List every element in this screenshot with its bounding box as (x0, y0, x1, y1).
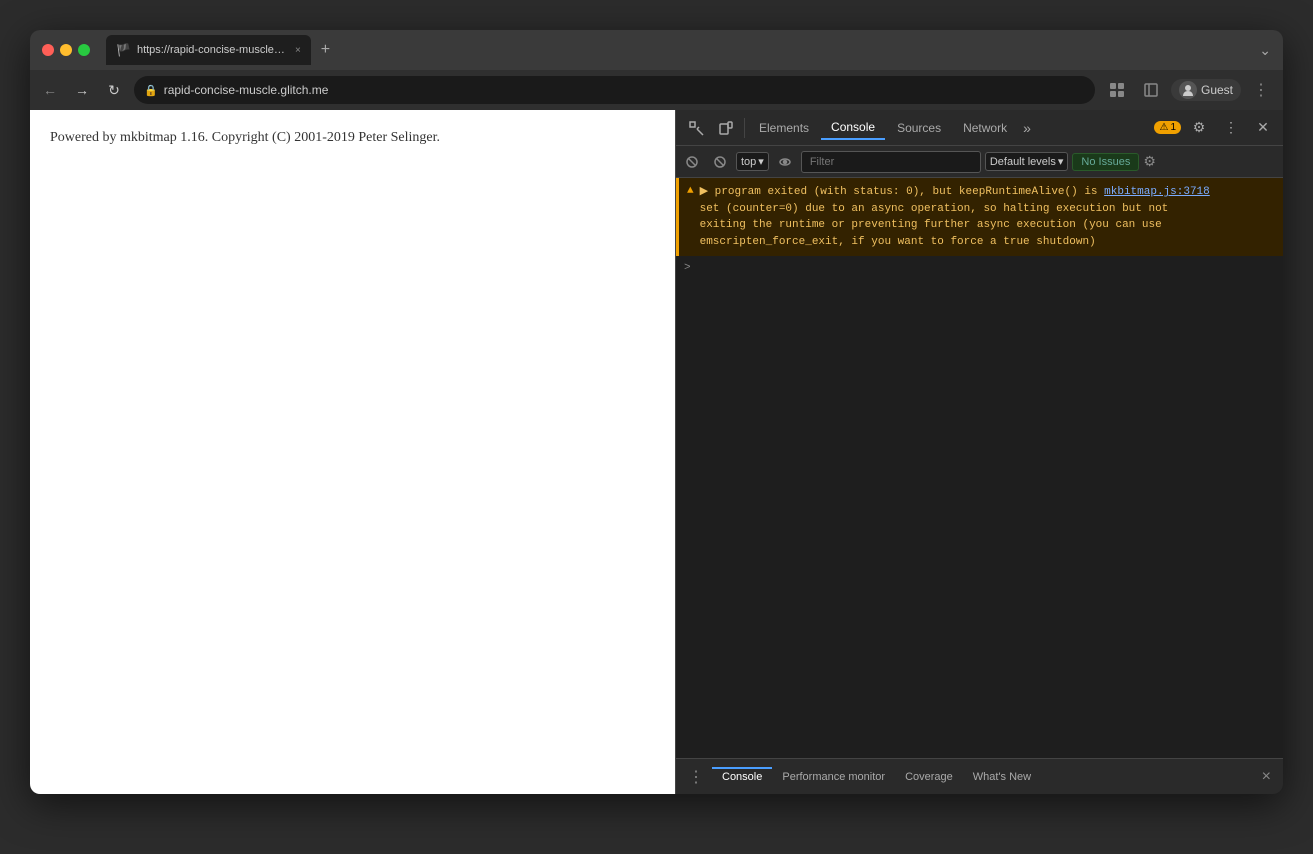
devtools-settings-icon[interactable]: ⚙ (1185, 114, 1213, 142)
browser-window: 🏴 https://rapid-concise-muscle.g... × + … (30, 30, 1283, 794)
main-content: Powered by mkbitmap 1.16. Copyright (C) … (30, 110, 1283, 794)
warning-text-2: set (counter=0) due to an async operatio… (700, 203, 1169, 215)
bottom-tab-whats-new[interactable]: What's New (963, 767, 1041, 787)
context-select[interactable]: top ▾ (736, 152, 769, 171)
no-issues-badge: No Issues (1072, 153, 1139, 171)
profile-button[interactable]: Guest (1171, 79, 1241, 101)
title-bar: 🏴 https://rapid-concise-muscle.g... × + … (30, 30, 1283, 70)
bottom-bar-close-icon[interactable]: × (1254, 768, 1279, 786)
bottom-tab-coverage[interactable]: Coverage (895, 767, 963, 787)
close-button[interactable] (42, 44, 54, 56)
devtools-tab-sources[interactable]: Sources (887, 117, 951, 139)
eye-icon[interactable] (773, 150, 797, 174)
url-text: rapid-concise-muscle.glitch.me (164, 83, 1085, 97)
devtools-panel: Elements Console Sources Network » ⚠ 1 ⚙… (675, 110, 1283, 794)
tab-close-button[interactable]: × (295, 45, 301, 56)
profile-label: Guest (1201, 83, 1233, 97)
window-menu-icon[interactable]: ⌄ (1259, 42, 1271, 59)
warning-source-link[interactable]: mkbitmap.js:3718 (1104, 186, 1210, 198)
warning-triangle-icon: ▲ (687, 185, 694, 197)
console-filter-input[interactable] (801, 151, 981, 173)
profile-avatar (1179, 81, 1197, 99)
warning-badge[interactable]: ⚠ 1 (1154, 121, 1181, 134)
prompt-arrow-icon: > (684, 262, 691, 274)
tab-favicon: 🏴 (116, 43, 131, 57)
console-input-prompt[interactable]: > (676, 256, 1283, 280)
warning-text-1: program exited (with status: 0), but kee… (715, 186, 1104, 198)
address-bar-right: Guest ⋮ (1103, 76, 1275, 104)
reload-button[interactable]: ↻ (102, 78, 126, 102)
warning-text-3: exiting the runtime or preventing furthe… (700, 219, 1162, 231)
bottom-tab-console[interactable]: Console (712, 767, 772, 787)
tab-title: https://rapid-concise-muscle.g... (137, 44, 287, 56)
warning-count: 1 (1170, 122, 1176, 133)
bottom-menu-icon[interactable]: ⋮ (680, 767, 712, 787)
inspect-element-icon[interactable] (682, 114, 710, 142)
devtools-toolbar2: top ▾ Default levels ▾ No Issues ⚙ (676, 146, 1283, 178)
levels-arrow: ▾ (1058, 155, 1064, 168)
console-settings-icon[interactable]: ⚙ (1143, 153, 1156, 170)
lock-icon: 🔒 (144, 84, 158, 97)
block-icon[interactable] (708, 150, 732, 174)
clear-console-icon[interactable] (680, 150, 704, 174)
page-text: Powered by mkbitmap 1.16. Copyright (C) … (50, 130, 655, 146)
devtools-more-tabs-icon[interactable]: » (1019, 120, 1035, 136)
maximize-button[interactable] (78, 44, 90, 56)
new-tab-button[interactable]: + (315, 41, 336, 59)
forward-button[interactable]: → (70, 78, 94, 102)
title-bar-right: ⌄ (1259, 42, 1271, 59)
console-warning-message: ▲ ▶ program exited (with status: 0), but… (676, 178, 1283, 256)
devtools-toolbar-right: ⚠ 1 ⚙ ⋮ ✕ (1154, 114, 1277, 142)
minimize-button[interactable] (60, 44, 72, 56)
devtools-tab-elements[interactable]: Elements (749, 117, 819, 139)
warning-icon-small: ⚠ (1159, 122, 1168, 133)
warning-message-body: ▶ program exited (with status: 0), but k… (700, 184, 1275, 250)
warning-text-4: emscripten_force_exit, if you want to fo… (700, 236, 1096, 248)
devtools-tab-console[interactable]: Console (821, 116, 885, 140)
log-levels-select[interactable]: Default levels ▾ (985, 152, 1069, 171)
back-button[interactable]: ← (38, 78, 62, 102)
toolbar-separator (744, 118, 745, 138)
traffic-lights (42, 44, 90, 56)
warning-expand-arrow[interactable]: ▶ (700, 186, 715, 198)
device-toggle-icon[interactable] (712, 114, 740, 142)
tab-bar: 🏴 https://rapid-concise-muscle.g... × + (106, 35, 1251, 65)
address-input[interactable]: 🔒 rapid-concise-muscle.glitch.me (134, 76, 1095, 104)
console-output: ▲ ▶ program exited (with status: 0), but… (676, 178, 1283, 758)
context-arrow: ▾ (758, 155, 764, 168)
browser-tab[interactable]: 🏴 https://rapid-concise-muscle.g... × (106, 35, 311, 65)
levels-label: Default levels (990, 156, 1056, 168)
page-content: Powered by mkbitmap 1.16. Copyright (C) … (30, 110, 675, 794)
context-label: top (741, 156, 756, 168)
extensions-icon[interactable] (1103, 76, 1131, 104)
devtools-close-icon[interactable]: ✕ (1249, 114, 1277, 142)
devtools-more-icon[interactable]: ⋮ (1217, 114, 1245, 142)
address-bar: ← → ↻ 🔒 rapid-concise-muscle.glitch.me G… (30, 70, 1283, 110)
sidebar-icon[interactable] (1137, 76, 1165, 104)
devtools-toolbar: Elements Console Sources Network » ⚠ 1 ⚙… (676, 110, 1283, 146)
bottom-tab-performance-monitor[interactable]: Performance monitor (772, 767, 895, 787)
devtools-bottom-bar: ⋮ Console Performance monitor Coverage W… (676, 758, 1283, 794)
devtools-tab-network[interactable]: Network (953, 117, 1017, 139)
chrome-menu-icon[interactable]: ⋮ (1247, 76, 1275, 104)
